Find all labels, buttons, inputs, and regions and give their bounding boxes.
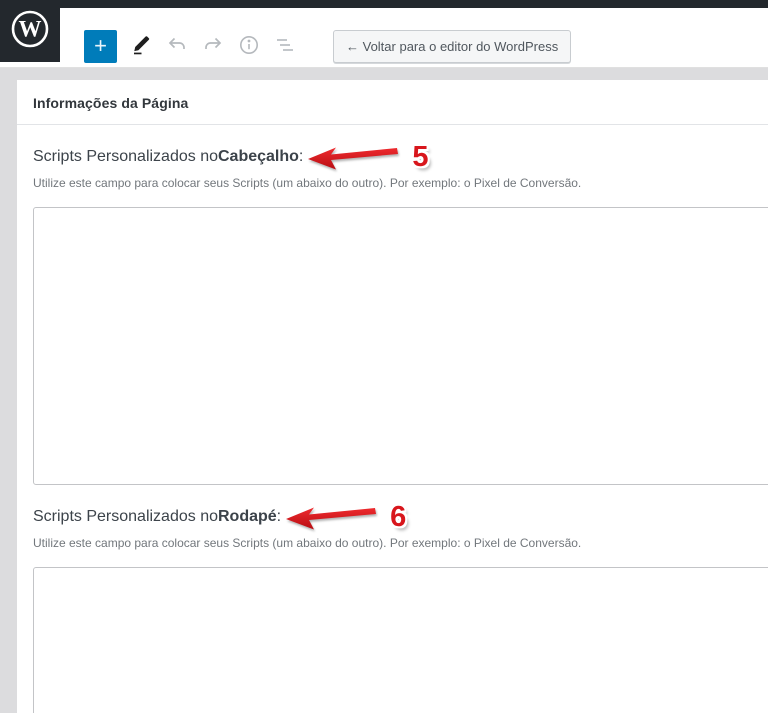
redo-button[interactable] <box>201 34 225 58</box>
pencil-icon <box>129 33 153 60</box>
red-arrow-icon <box>308 147 398 169</box>
red-arrow-icon <box>286 507 376 529</box>
editor-toolbar: + <box>0 8 768 68</box>
footer-scripts-hint: Utilize este campo para colocar seus Scr… <box>33 536 768 550</box>
plus-icon: + <box>94 35 107 57</box>
panel-title: Informações da Página <box>17 80 768 125</box>
wordpress-logo-icon: W <box>10 9 50 54</box>
annotation-arrow-5: 5 <box>307 143 428 172</box>
annotation-arrow-6: 6 <box>285 503 406 532</box>
list-view-icon <box>273 33 297 60</box>
footer-scripts-section: Scripts Personalizados no Rodapé: 6 Util… <box>17 502 768 713</box>
page-info-panel: Informações da Página Scripts Personaliz… <box>17 80 768 713</box>
admin-top-bar <box>0 0 768 8</box>
annotation-number: 5 <box>412 143 428 172</box>
undo-button[interactable] <box>165 34 189 58</box>
list-view-button[interactable] <box>273 34 297 58</box>
info-icon <box>237 33 261 60</box>
undo-icon <box>165 33 189 60</box>
redo-icon <box>201 33 225 60</box>
footer-scripts-textarea[interactable] <box>33 567 768 713</box>
footer-scripts-label: Scripts Personalizados no Rodapé: 6 <box>33 502 768 531</box>
block-inserter-button[interactable]: + <box>84 30 117 63</box>
details-button[interactable] <box>237 34 261 58</box>
annotation-number: 6 <box>390 503 406 532</box>
edit-mode-button[interactable] <box>129 34 153 58</box>
header-scripts-hint: Utilize este campo para colocar seus Scr… <box>33 176 768 190</box>
header-scripts-textarea[interactable] <box>33 207 768 485</box>
svg-text:W: W <box>19 16 42 41</box>
header-scripts-section: Scripts Personalizados no Cabeçalho: 5 U… <box>17 142 768 485</box>
back-to-wordpress-editor-button[interactable]: ← Voltar para o editor do WordPress <box>333 30 571 63</box>
wordpress-logo-button[interactable]: W <box>0 0 60 62</box>
header-scripts-label: Scripts Personalizados no Cabeçalho: 5 <box>33 142 768 171</box>
